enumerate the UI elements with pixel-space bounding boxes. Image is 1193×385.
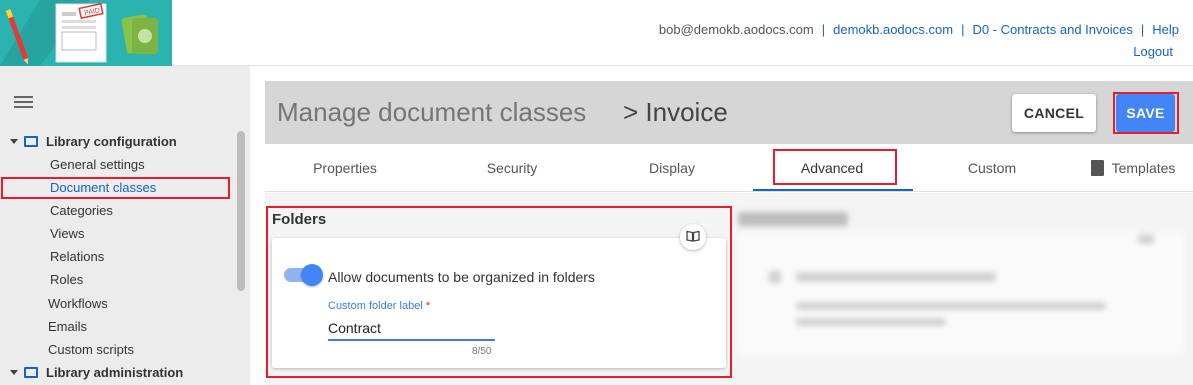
separator: | [1140,22,1145,37]
separator: | [821,22,826,37]
sidebar-item-workflows[interactable]: Workflows [48,293,108,315]
sidebar-group-library-configuration[interactable]: Library configuration [10,131,177,153]
top-bar: PAID bob@demokb.aodocs.com | demokb.aodo… [0,0,1193,66]
logout-link[interactable]: Logout [1133,44,1173,59]
domain-link[interactable]: demokb.aodocs.com [833,22,953,37]
sidebar-group-library-administration[interactable]: Library administration [10,362,183,384]
highlight-advanced-tab [773,149,897,185]
highlight-document-classes [1,177,230,199]
tab-templates[interactable]: Templates [1083,144,1183,192]
sidebar-item-general-settings[interactable]: General settings [50,154,145,176]
menu-icon[interactable] [14,96,33,108]
folder-icon [24,136,38,147]
breadcrumb-root[interactable]: Manage document classes [277,97,586,128]
sidebar-item-emails[interactable]: Emails [48,316,87,338]
tab-display[interactable]: Display [592,144,752,192]
tab-bar: Properties Security Display Advanced Cus… [265,144,1193,192]
library-link[interactable]: D0 - Contracts and Invoices [972,22,1132,37]
caret-down-icon[interactable] [10,139,18,144]
page-header: Manage document classes > Invoice CANCEL… [265,81,1193,144]
folder-icon [24,367,38,378]
help-link[interactable]: Help [1152,22,1179,37]
user-email: bob@demokb.aodocs.com [658,22,814,37]
sidebar-item-custom-scripts[interactable]: Custom scripts [48,339,134,361]
sidebar-scrollbar[interactable] [237,131,245,291]
sidebar-item-views[interactable]: Views [50,223,84,245]
tab-properties[interactable]: Properties [265,144,425,192]
breadcrumb-current: > Invoice [623,97,728,127]
sidebar [0,66,250,385]
sidebar-item-roles[interactable]: Roles [50,269,83,291]
caret-down-icon[interactable] [10,370,18,375]
sidebar-item-relations[interactable]: Relations [50,246,104,268]
cancel-button[interactable]: CANCEL [1012,94,1096,132]
tab-custom[interactable]: Custom [912,144,1072,192]
tab-security[interactable]: Security [432,144,592,192]
tab-indicator [753,189,913,191]
separator: | [961,22,965,37]
highlight-save [1113,92,1179,134]
top-links: bob@demokb.aodocs.com | demokb.aodocs.co… [659,22,1179,37]
sidebar-item-categories[interactable]: Categories [50,200,113,222]
app-logo[interactable]: PAID [0,0,172,66]
highlight-folders [266,206,732,378]
document-icon [1090,160,1104,176]
blurred-settings-pane [738,206,1188,356]
